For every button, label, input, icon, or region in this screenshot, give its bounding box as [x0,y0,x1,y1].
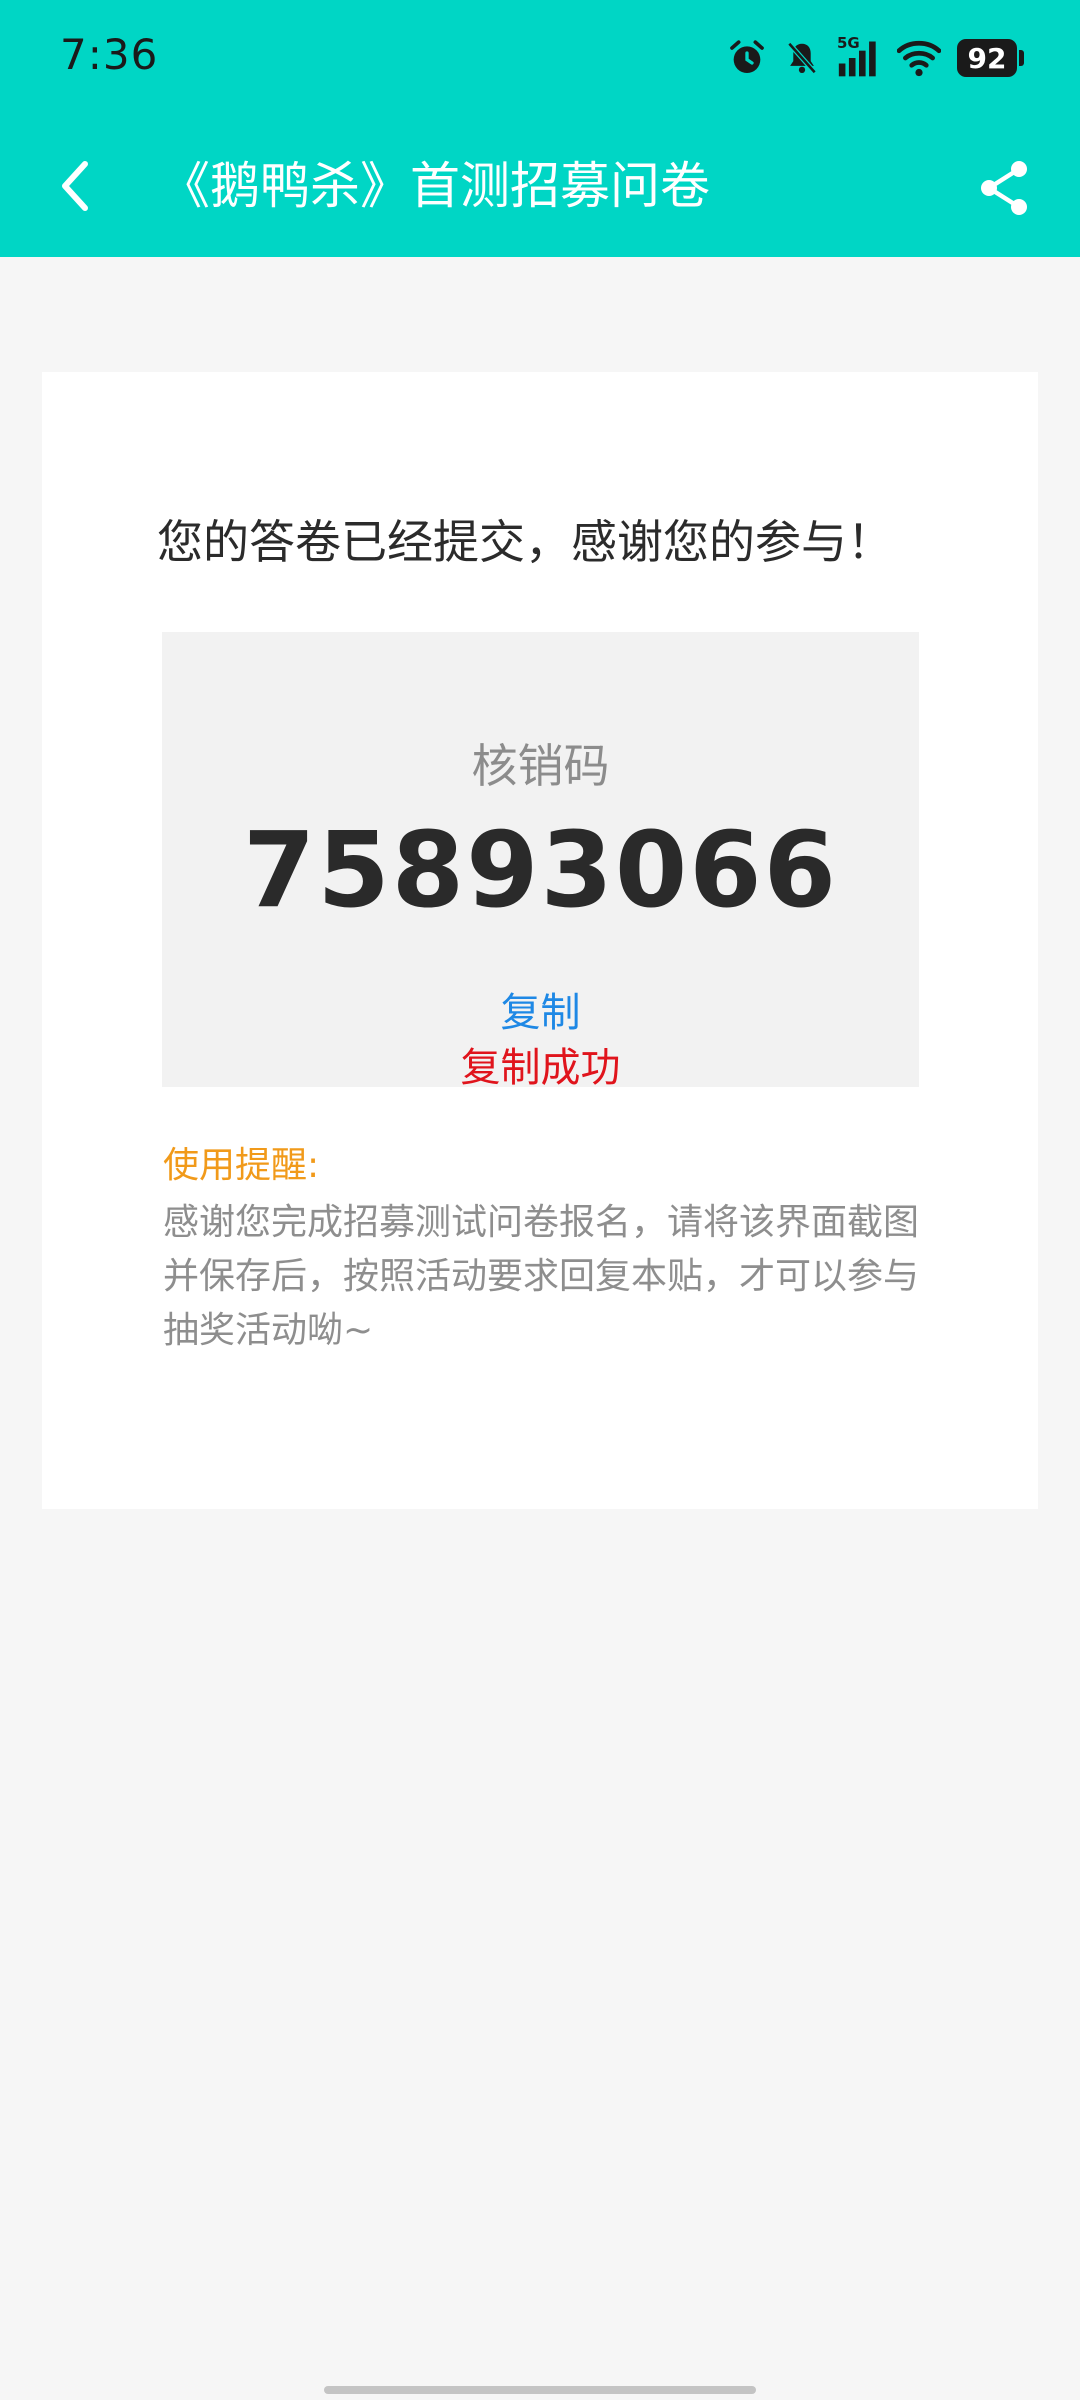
copy-button[interactable]: 复制 [481,980,601,1038]
result-card: 您的答卷已经提交，感谢您的参与！ 核销码 75893066 复制 复制成功 使用… [42,372,1038,1509]
alarm-icon [727,38,767,78]
status-icons: 5G 92 [727,34,1024,82]
bell-off-icon [783,38,821,78]
page-title: 《鹅鸭杀》首测招募问卷 [160,157,710,215]
signal-icon: 5G [837,34,881,80]
verification-code: 75893066 [243,809,838,931]
status-time: 7:36 [60,30,159,79]
usage-tip-title: 使用提醒: [163,1145,320,1186]
battery-icon: 92 [957,39,1024,77]
usage-tip-text: 感谢您完成招募测试问卷报名，请将该界面截图并保存后，按照活动要求回复本贴，才可以… [163,1202,920,1351]
wifi-icon [897,38,941,78]
home-indicator[interactable] [324,2386,756,2394]
battery-level: 92 [957,39,1017,77]
back-button[interactable] [44,150,104,222]
share-icon [981,161,1027,215]
share-button[interactable] [968,152,1040,224]
chevron-left-icon [62,161,88,211]
submit-success-heading: 您的答卷已经提交，感谢您的参与！ [157,515,893,569]
copy-success-message: 复制成功 [460,1045,621,1091]
top-app-bar: 7:36 5G 92 《鹅鸭杀》首测招募问卷 [0,0,1080,257]
verification-code-box: 核销码 75893066 复制 复制成功 [162,632,919,1091]
code-label: 核销码 [471,739,610,793]
